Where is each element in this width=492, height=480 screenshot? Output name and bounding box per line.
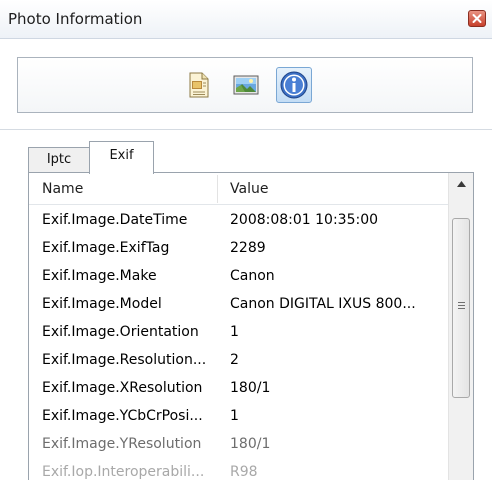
row-name: Exif.Image.Resolution... bbox=[42, 352, 207, 368]
arrow-up-icon bbox=[457, 181, 466, 187]
view-toolbar bbox=[17, 57, 473, 113]
table-row[interactable]: Exif.Image.YCbCrPosi... 1 bbox=[29, 403, 449, 431]
window-title: Photo Information bbox=[8, 10, 143, 28]
row-value: R98 bbox=[230, 464, 258, 480]
close-icon bbox=[472, 14, 482, 23]
column-header-name[interactable]: Name bbox=[42, 181, 83, 197]
row-name: Exif.Image.YResolution bbox=[42, 436, 202, 452]
tab-exif[interactable]: Exif bbox=[89, 141, 154, 174]
title-bar: Photo Information bbox=[0, 0, 492, 39]
row-name: Exif.Image.DateTime bbox=[42, 212, 188, 228]
picture-view-button[interactable] bbox=[228, 67, 264, 103]
picture-icon bbox=[233, 75, 259, 95]
tab-iptc[interactable]: Iptc bbox=[28, 147, 90, 172]
exif-table: Name Value Exif.Image.DateTime 2008:08:0… bbox=[28, 172, 474, 480]
table-row[interactable]: Exif.Image.Resolution... 2 bbox=[29, 347, 449, 375]
table-row[interactable]: Exif.Image.DateTime 2008:08:01 10:35:00 bbox=[29, 207, 449, 235]
row-name: Exif.Image.YCbCrPosi... bbox=[42, 408, 203, 424]
row-value: 180/1 bbox=[230, 380, 271, 396]
scroll-up-button[interactable] bbox=[449, 173, 473, 195]
row-value: Canon DIGITAL IXUS 800... bbox=[230, 296, 416, 312]
row-name: Exif.Image.ExifTag bbox=[42, 240, 170, 256]
separator bbox=[0, 129, 492, 130]
column-header-value[interactable]: Value bbox=[230, 181, 268, 197]
row-name: Exif.Image.Orientation bbox=[42, 324, 199, 340]
vertical-scrollbar[interactable] bbox=[448, 173, 473, 480]
grip-line bbox=[458, 305, 465, 306]
row-name: Exif.Image.XResolution bbox=[42, 380, 203, 396]
table-row[interactable]: Exif.Image.Make Canon bbox=[29, 263, 449, 291]
table-row[interactable]: Exif.Image.Model Canon DIGITAL IXUS 800.… bbox=[29, 291, 449, 319]
document-view-button[interactable] bbox=[180, 67, 216, 103]
row-value: 2 bbox=[230, 352, 239, 368]
row-value: 1 bbox=[230, 324, 239, 340]
close-button[interactable] bbox=[468, 10, 486, 27]
table-row[interactable]: Exif.Image.Orientation 1 bbox=[29, 319, 449, 347]
row-name: Exif.Iop.Interoperabili... bbox=[42, 464, 205, 480]
table-row[interactable]: Exif.Image.XResolution 180/1 bbox=[29, 375, 449, 403]
row-value: 1 bbox=[230, 408, 239, 424]
table-row[interactable]: Exif.Image.ExifTag 2289 bbox=[29, 235, 449, 263]
document-icon bbox=[189, 72, 209, 98]
info-view-button[interactable] bbox=[276, 67, 312, 103]
row-name: Exif.Image.Model bbox=[42, 296, 162, 312]
row-value: 180/1 bbox=[230, 436, 271, 452]
info-icon bbox=[280, 71, 308, 99]
row-value: Canon bbox=[230, 268, 275, 284]
table-row[interactable]: Exif.Iop.Interoperabili... R98 bbox=[29, 459, 449, 480]
column-divider[interactable] bbox=[217, 175, 218, 203]
row-name: Exif.Image.Make bbox=[42, 268, 157, 284]
table-row[interactable]: Exif.Image.YResolution 180/1 bbox=[29, 431, 449, 459]
grip-line bbox=[458, 308, 465, 309]
table-header: Name Value bbox=[29, 173, 449, 205]
row-value: 2289 bbox=[230, 240, 266, 256]
scroll-thumb[interactable] bbox=[452, 218, 470, 398]
grip-line bbox=[458, 302, 465, 303]
row-value: 2008:08:01 10:35:00 bbox=[230, 212, 379, 228]
